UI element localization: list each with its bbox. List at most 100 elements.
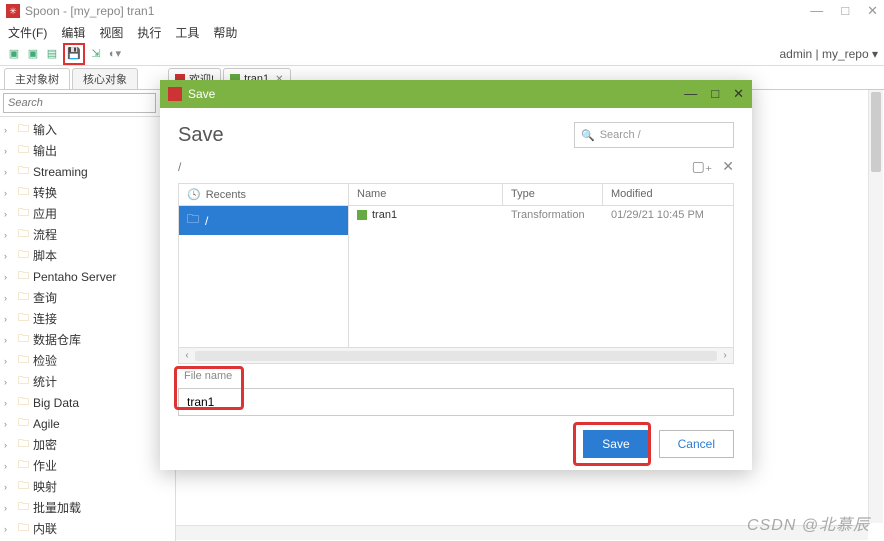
toolbar-save-icon[interactable]: 💾 [66,46,82,62]
window-title: Spoon - [my_repo] tran1 [25,4,810,18]
tree-item-2[interactable]: ›🗀Streaming [0,161,175,182]
category-tree[interactable]: ›🗀输入›🗀输出›🗀Streaming›🗀转换›🗀应用›🗀流程›🗀脚本›🗀Pen… [0,117,175,541]
cancel-button[interactable]: Cancel [659,430,734,458]
tree-item-10[interactable]: ›🗀数据仓库 [0,329,175,350]
tree-item-6[interactable]: ›🗀脚本 [0,245,175,266]
tree-item-16[interactable]: ›🗀作业 [0,455,175,476]
window-close-button[interactable]: ✕ [867,3,878,19]
search-icon: 🔍 [581,129,595,142]
tab-core-objects[interactable]: 核心对象 [72,68,138,89]
column-modified[interactable]: Modified [603,184,733,205]
tree-item-label: 映射 [33,478,57,495]
transformation-icon [357,210,367,220]
tree-item-14[interactable]: ›🗀Agile [0,413,175,434]
tree-item-label: 流程 [33,226,57,243]
file-row[interactable]: tran1 Transformation 01/29/21 10:45 PM [349,206,733,224]
toolbar-saveas-icon[interactable]: ⇲ [88,46,104,62]
toolbar-more-icon[interactable]: ◐▾ [107,46,123,62]
tree-item-12[interactable]: ›🗀统计 [0,371,175,392]
menu-view[interactable]: 视图 [99,24,123,41]
tree-item-13[interactable]: ›🗀Big Data [0,392,175,413]
dialog-minimize-button[interactable]: — [684,86,697,102]
repo-indicator[interactable]: admin | my_repo ▾ [779,47,878,61]
tree-item-label: 连接 [33,310,57,327]
folder-icon: 🗀 [18,519,29,538]
folder-icon: 🗀 [18,477,29,496]
tree-item-7[interactable]: ›🗀Pentaho Server [0,266,175,287]
tree-item-8[interactable]: ›🗀查询 [0,287,175,308]
folder-icon: 🗀 [18,372,29,391]
folder-icon: 🗀 [18,351,29,370]
filename-input[interactable] [178,388,734,416]
new-folder-icon[interactable]: ▢₊ [692,158,713,175]
file-list[interactable]: tran1 Transformation 01/29/21 10:45 PM [349,206,733,347]
tree-item-label: 检验 [33,352,57,369]
folder-root[interactable]: 🗀 / [179,206,348,235]
folder-icon: 🗀 [18,498,29,517]
chevron-right-icon: › [4,356,14,366]
window-maximize-button[interactable]: □ [841,3,849,19]
clear-icon[interactable]: ✕ [722,158,734,175]
save-button[interactable]: Save [583,430,648,458]
scroll-right-icon[interactable]: › [717,350,733,361]
tab-main-tree[interactable]: 主对象树 [4,68,70,89]
tree-item-3[interactable]: ›🗀转换 [0,182,175,203]
folder-icon: 🗀 [18,435,29,454]
dialog-close-button[interactable]: ✕ [733,86,744,102]
menu-file[interactable]: 文件(F) [8,24,47,41]
file-modified: 01/29/21 10:45 PM [603,209,733,221]
tree-item-11[interactable]: › 🗀检验 [0,350,175,371]
folder-icon: 🗀 [18,393,29,412]
toolbar-explore-icon[interactable]: ▤ [44,46,60,62]
scroll-left-icon[interactable]: ‹ [179,350,195,361]
tree-item-17[interactable]: ›🗀映射 [0,476,175,497]
folder-icon: 🗀 [18,141,29,160]
tree-item-label: 统计 [33,373,57,390]
vertical-scrollbar[interactable] [868,90,883,523]
toolbar-new-icon[interactable]: ▣ [6,46,22,62]
horizontal-scrollbar[interactable] [176,525,868,540]
window-minimize-button[interactable]: — [810,3,823,19]
chevron-right-icon: › [4,209,14,219]
column-type[interactable]: Type [503,184,603,205]
chevron-right-icon: › [4,440,14,450]
tree-item-9[interactable]: ›🗀连接 [0,308,175,329]
chevron-right-icon: › [4,293,14,303]
breadcrumb[interactable]: / [178,160,682,174]
tree-item-5[interactable]: ›🗀流程 [0,224,175,245]
menu-edit[interactable]: 编辑 [61,24,85,41]
window-titlebar: ✳ Spoon - [my_repo] tran1 — □ ✕ [0,0,884,22]
folder-icon: 🗀 [18,309,29,328]
dialog-app-icon [168,87,182,101]
toolbar-open-icon[interactable]: ▣ [25,46,41,62]
tree-item-label: 批量加载 [33,499,81,516]
dialog-search-input[interactable]: 🔍 Search / [574,122,734,148]
dialog-maximize-button[interactable]: □ [711,86,719,102]
menu-run[interactable]: 执行 [137,24,161,41]
chevron-right-icon: › [4,398,14,408]
recents-header[interactable]: 🕓 Recents [179,184,349,205]
menu-tools[interactable]: 工具 [175,24,199,41]
tree-item-label: 数据仓库 [33,331,81,348]
folder-icon: 🗀 [18,267,29,286]
menu-help[interactable]: 帮助 [213,24,237,41]
folder-tree[interactable]: 🗀 / [179,206,349,347]
tree-item-label: Streaming [33,165,88,179]
dialog-title: Save [188,87,684,101]
tree-item-label: 应用 [33,205,57,222]
tree-item-19[interactable]: ›🗀内联 [0,518,175,539]
sidebar-search-input[interactable] [3,93,156,113]
tree-item-15[interactable]: › 🗀加密 [0,434,175,455]
tree-item-4[interactable]: ›🗀应用 [0,203,175,224]
tree-item-label: 内联 [33,520,57,537]
folder-icon: 🗀 [18,414,29,433]
tree-item-1[interactable]: ›🗀输出 [0,140,175,161]
tree-item-label: 加密 [33,436,57,453]
tree-item-18[interactable]: ›🗀批量加载 [0,497,175,518]
chevron-right-icon: › [4,188,14,198]
tree-item-0[interactable]: ›🗀输入 [0,119,175,140]
file-list-scrollbar[interactable]: ‹ › [179,347,733,363]
column-name[interactable]: Name [349,184,503,205]
tree-item-label: 转换 [33,184,57,201]
chevron-right-icon: › [4,230,14,240]
